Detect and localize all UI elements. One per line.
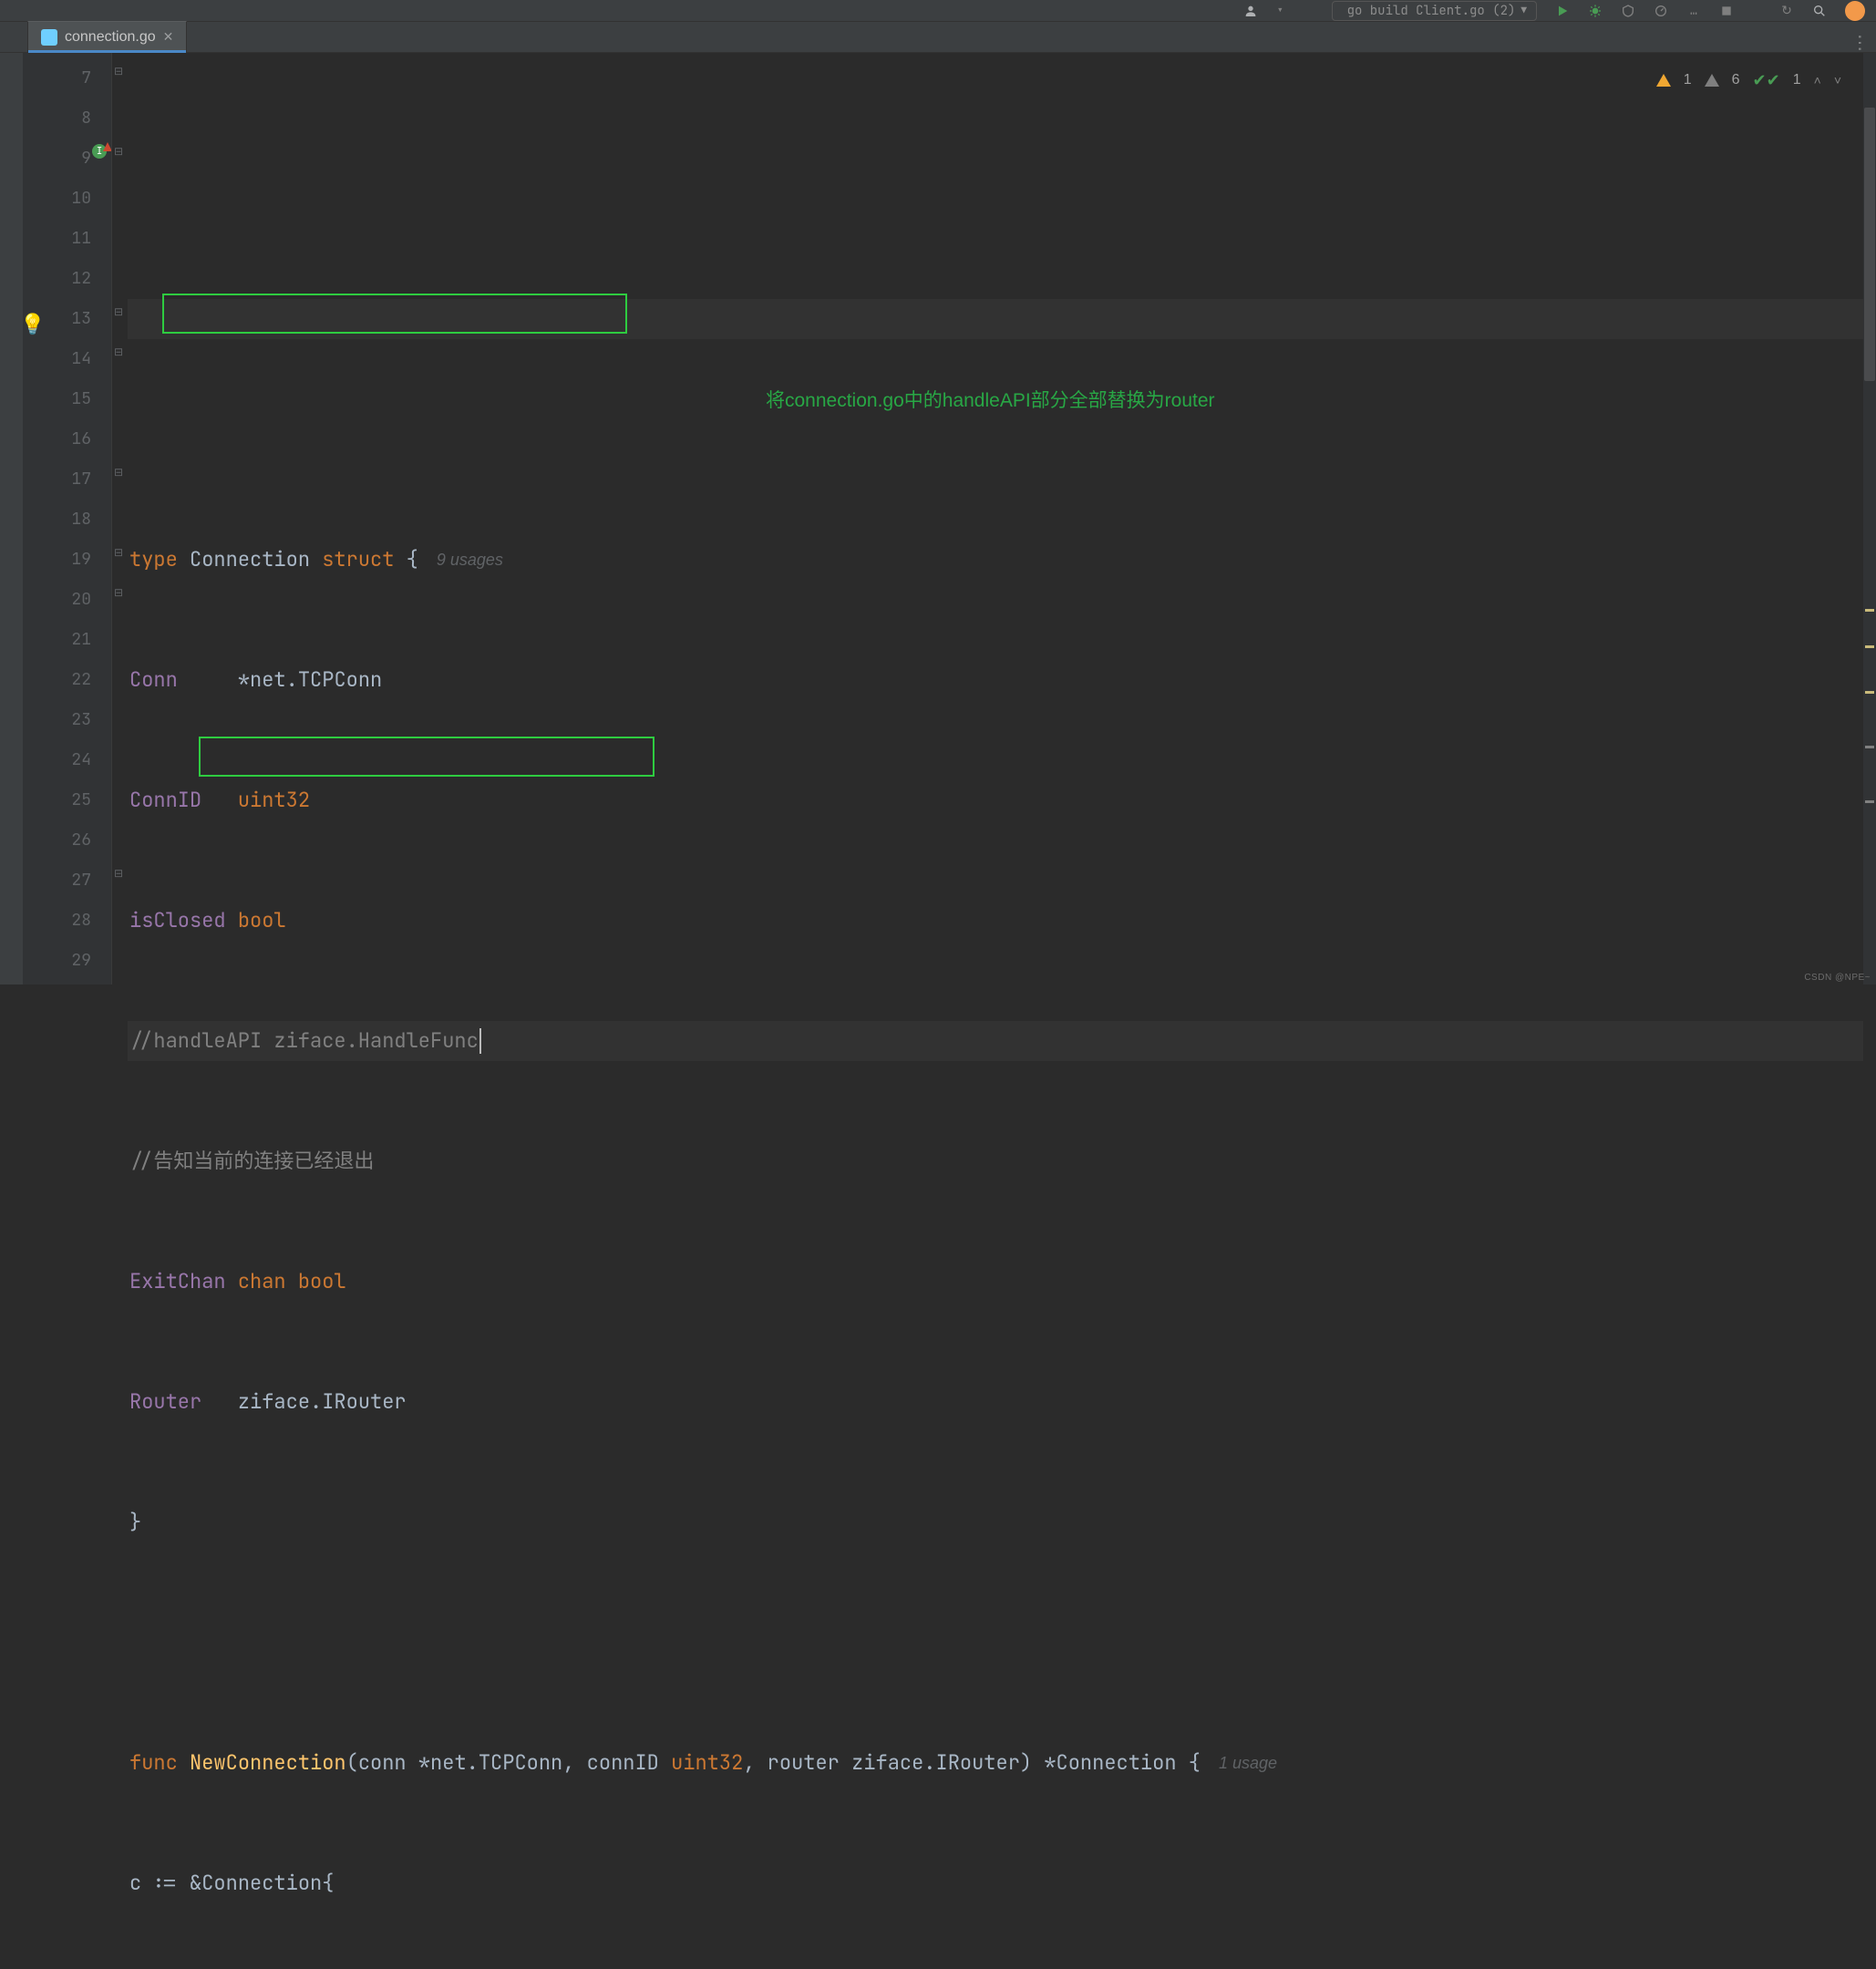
- line-number: 29: [24, 941, 91, 981]
- editor-tabbar: connection.go ✕ ⋯: [0, 22, 1876, 53]
- error-stripe[interactable]: [1863, 53, 1876, 984]
- fold-close-icon[interactable]: ⊟: [114, 64, 123, 78]
- tab-label: connection.go: [65, 29, 156, 46]
- fold-close-icon[interactable]: ⊟: [114, 465, 123, 479]
- code-line[interactable]: [128, 419, 1863, 459]
- close-icon[interactable]: ✕: [163, 29, 174, 45]
- code-line[interactable]: c := &Connection{: [128, 1863, 1863, 1903]
- usage-hint[interactable]: 9 usages: [418, 540, 503, 580]
- fold-open-icon[interactable]: ⊟: [114, 585, 123, 600]
- implements-gutter-icon[interactable]: I: [92, 144, 107, 159]
- line-number: 23: [24, 700, 91, 740]
- account-avatar[interactable]: [1845, 1, 1865, 21]
- line-number: 17: [24, 459, 91, 500]
- search-icon[interactable]: [1812, 4, 1827, 18]
- gutter-icon-column: I: [91, 53, 111, 984]
- stop-icon[interactable]: [1719, 4, 1734, 18]
- fold-open-icon[interactable]: ⊟: [114, 144, 123, 159]
- go-file-icon: [41, 29, 57, 46]
- line-number: 8: [24, 98, 91, 139]
- code-line[interactable]: ConnID uint32: [128, 780, 1863, 820]
- fold-close-icon[interactable]: ⊟: [114, 866, 123, 881]
- ok-count: 1: [1793, 60, 1801, 100]
- prev-highlight-icon[interactable]: ˄: [1814, 60, 1821, 100]
- line-number: 22: [24, 660, 91, 700]
- scrollbar-thumb[interactable]: [1864, 108, 1875, 381]
- line-number: 7: [24, 58, 91, 98]
- next-highlight-icon[interactable]: ˅: [1834, 60, 1841, 100]
- run-config-label: go build Client.go (2): [1347, 3, 1516, 19]
- fold-open-icon[interactable]: ⊟: [114, 304, 123, 319]
- line-number: 15: [24, 379, 91, 419]
- line-number: 11: [24, 219, 91, 259]
- code-line[interactable]: //handleAPI ziface.HandleFunc: [128, 1021, 1863, 1061]
- usage-hint[interactable]: 1 usage: [1201, 1743, 1277, 1783]
- info-tick[interactable]: [1865, 800, 1874, 803]
- code-line[interactable]: [128, 1623, 1863, 1663]
- line-number: 12: [24, 259, 91, 299]
- code-line[interactable]: Conn *net.TCPConn: [128, 660, 1863, 700]
- warning-tick[interactable]: [1865, 645, 1874, 648]
- warning-count: 1: [1684, 60, 1692, 100]
- user-dropdown-icon[interactable]: ▾: [1276, 3, 1283, 19]
- coverage-icon[interactable]: [1621, 4, 1635, 18]
- inspections-widget[interactable]: 1 6 ✔✔ 1 ˄ ˅: [1656, 60, 1841, 100]
- line-number: 16: [24, 419, 91, 459]
- line-number: 28: [24, 901, 91, 941]
- fold-close-icon[interactable]: ⊟: [114, 345, 123, 359]
- chevron-down-icon: ▼: [1520, 5, 1527, 17]
- warning-icon: [1656, 74, 1671, 87]
- line-number-gutter: 7 8 9 10 11 12 13 14 15 16 17 18 19 20 2…: [24, 53, 91, 984]
- line-number: 26: [24, 820, 91, 861]
- line-number: 13: [24, 299, 91, 339]
- ok-check-icon: ✔✔: [1753, 60, 1780, 100]
- code-line[interactable]: type Connection struct {9 usages: [128, 540, 1863, 580]
- fold-column: ⊟ ⊟ ⊟ ⊟ ⊟ ⊟ ⊟ ⊟: [111, 53, 128, 984]
- line-number: 20: [24, 580, 91, 620]
- warning-tick[interactable]: [1865, 691, 1874, 694]
- user-icon[interactable]: [1243, 4, 1258, 18]
- code-line[interactable]: //告知当前的连接已经退出: [128, 1141, 1863, 1181]
- code-line[interactable]: }: [128, 1502, 1863, 1542]
- profile-icon[interactable]: [1654, 4, 1668, 18]
- tab-connection-go[interactable]: connection.go ✕: [27, 21, 187, 52]
- warning-tick[interactable]: [1865, 609, 1874, 612]
- code-line[interactable]: Router ziface.IRouter: [128, 1382, 1863, 1422]
- weak-warning-count: 6: [1732, 60, 1740, 100]
- run-configuration-selector[interactable]: go build Client.go (2) ▼: [1332, 1, 1537, 21]
- bug-icon[interactable]: [1588, 4, 1603, 18]
- line-number: 19: [24, 540, 91, 580]
- info-tick[interactable]: [1865, 746, 1874, 748]
- weak-warning-icon: [1705, 74, 1719, 87]
- fold-open-icon[interactable]: ⊟: [114, 545, 123, 560]
- top-toolbar: ▾ go build Client.go (2) ▼ … ↻: [0, 0, 1876, 22]
- line-number: 9: [24, 139, 91, 179]
- git-update-icon[interactable]: ↻: [1779, 4, 1794, 18]
- code-area[interactable]: ) type Connection struct {9 usages Conn …: [128, 53, 1863, 984]
- code-line[interactable]: func NewConnection(conn *net.TCPConn, co…: [128, 1743, 1863, 1783]
- line-number: 24: [24, 740, 91, 780]
- tool-window-strip[interactable]: [0, 53, 24, 984]
- code-line[interactable]: ): [128, 299, 1863, 339]
- code-editor[interactable]: 7 8 9 10 11 12 13 14 15 16 17 18 19 20 2…: [0, 53, 1876, 984]
- code-line[interactable]: isClosed bool: [128, 901, 1863, 941]
- run-icon[interactable]: [1555, 4, 1570, 18]
- line-number: 10: [24, 179, 91, 219]
- line-number: 21: [24, 620, 91, 660]
- tab-options-icon[interactable]: ⋯: [1850, 34, 1869, 52]
- line-number: 14: [24, 339, 91, 379]
- annotation-box: [199, 737, 655, 777]
- code-line[interactable]: ExitChan chan bool: [128, 1262, 1863, 1302]
- line-number: 27: [24, 861, 91, 901]
- line-number: 25: [24, 780, 91, 820]
- annotation-text: 将connection.go中的handleAPI部分全部替换为router: [766, 381, 1215, 421]
- attach-icon[interactable]: …: [1686, 4, 1701, 18]
- line-number: 18: [24, 500, 91, 540]
- text-cursor: [479, 1028, 481, 1054]
